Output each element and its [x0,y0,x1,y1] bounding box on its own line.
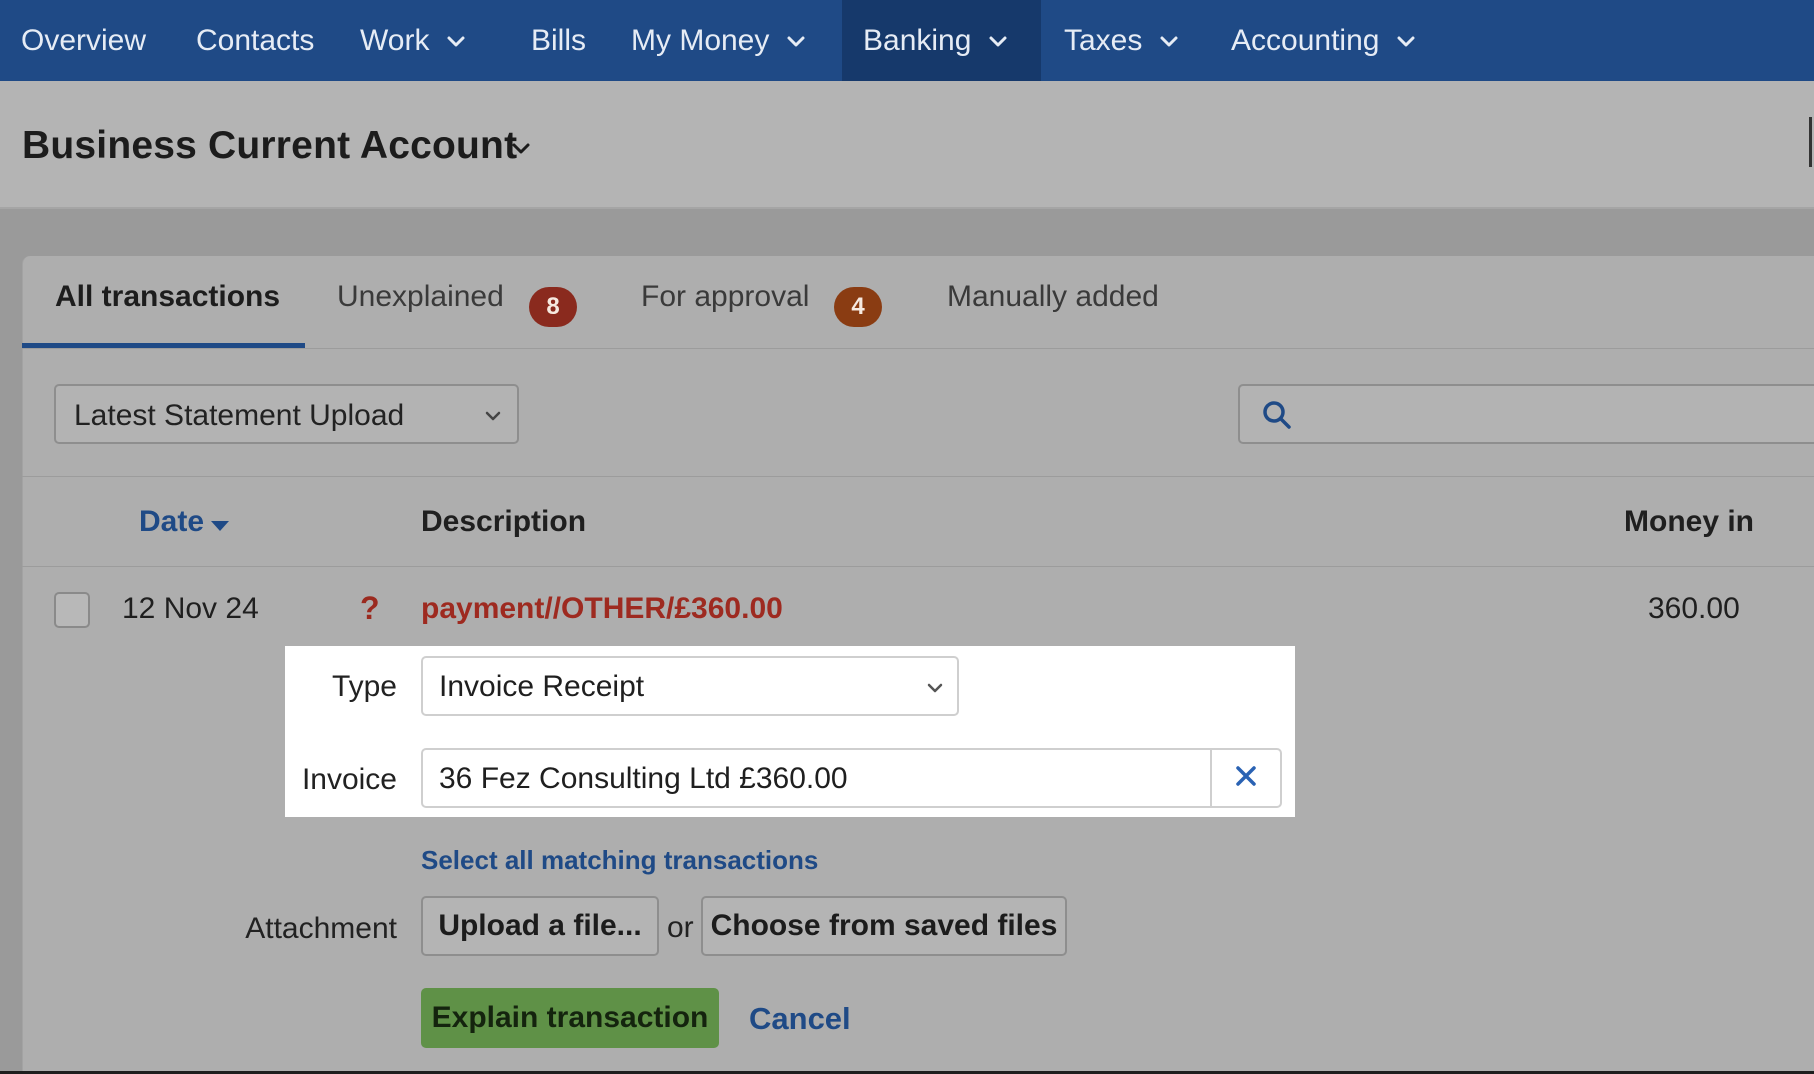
transaction-description[interactable]: payment//OTHER/£360.00 [421,592,783,626]
upload-file-button[interactable]: Upload a file... [421,896,659,956]
transaction-date: 12 Nov 24 [122,592,259,625]
clear-invoice-button[interactable] [1211,748,1282,808]
tab-manually-added[interactable]: Manually added [947,280,1159,314]
explain-transaction-button[interactable]: Explain transaction [421,988,719,1048]
column-header-date[interactable]: Date [139,505,204,539]
nav-label: Taxes [1064,23,1143,57]
account-title[interactable]: Business Current Account [22,124,517,168]
nav-work[interactable]: Work [339,0,467,81]
invoice-field-value: 36 Fez Consulting Ltd £360.00 [439,762,848,795]
question-mark-icon: ? [360,590,380,626]
filter-divider [22,476,1814,477]
nav-banking[interactable]: Banking [842,0,1041,81]
close-icon [1234,764,1258,793]
chevron-down-icon [1158,30,1180,52]
type-select-value: Invoice Receipt [439,670,645,703]
nav-taxes[interactable]: Taxes [1043,0,1180,81]
select-all-matching-link[interactable]: Select all matching transactions [421,845,818,876]
column-header-description: Description [421,505,587,538]
nav-contacts[interactable]: Contacts [175,0,314,81]
unexplained-count-badge: 8 [529,287,577,327]
attachment-label: Attachment [245,912,397,945]
top-navigation-bar: Overview Contacts Work Bills My Money Ba… [0,0,1814,81]
tab-all-transactions[interactable]: All transactions [55,280,280,314]
header-edge-divider [1809,117,1812,167]
invoice-label: Invoice [301,763,397,796]
chevron-down-icon [483,406,503,426]
tab-for-approval[interactable]: For approval [641,280,809,314]
approval-count-badge: 4 [834,287,882,327]
row-select-checkbox[interactable] [54,592,90,628]
nav-label: Banking [863,23,972,57]
column-header-money-in: Money in [1624,505,1755,538]
nav-label: Bills [531,23,587,57]
cancel-link[interactable]: Cancel [749,1001,851,1037]
statement-filter-value: Latest Statement Upload [74,399,405,432]
nav-my-money[interactable]: My Money [610,0,807,81]
chevron-down-icon [987,30,1009,52]
nav-label: Accounting [1231,23,1380,57]
chevron-down-icon [1395,30,1417,52]
nav-label: Work [360,23,430,57]
nav-overview[interactable]: Overview [0,0,146,81]
nav-bills[interactable]: Bills [510,0,586,81]
invoice-field[interactable]: 36 Fez Consulting Ltd £360.00 [421,748,1212,808]
search-input[interactable] [1238,384,1814,444]
chevron-down-icon [785,30,807,52]
choose-saved-files-button[interactable]: Choose from saved files [701,896,1067,956]
nav-label: Contacts [196,23,315,57]
header-divider [22,566,1814,567]
sort-descending-icon[interactable] [210,519,230,537]
search-icon [1260,398,1294,437]
chevron-down-icon[interactable] [510,138,532,165]
type-select[interactable]: Invoice Receipt [421,656,959,716]
nav-label: Overview [21,23,147,57]
chevron-down-icon [925,678,945,703]
chevron-down-icon [445,30,467,52]
statement-filter-select[interactable]: Latest Statement Upload [54,384,519,444]
or-separator: or [667,911,694,944]
money-in-amount: 360.00 [1648,592,1740,625]
tab-divider [22,348,1814,349]
type-label: Type [331,670,397,703]
nav-accounting[interactable]: Accounting [1210,0,1417,81]
tab-unexplained[interactable]: Unexplained [337,280,504,314]
nav-label: My Money [631,23,770,57]
